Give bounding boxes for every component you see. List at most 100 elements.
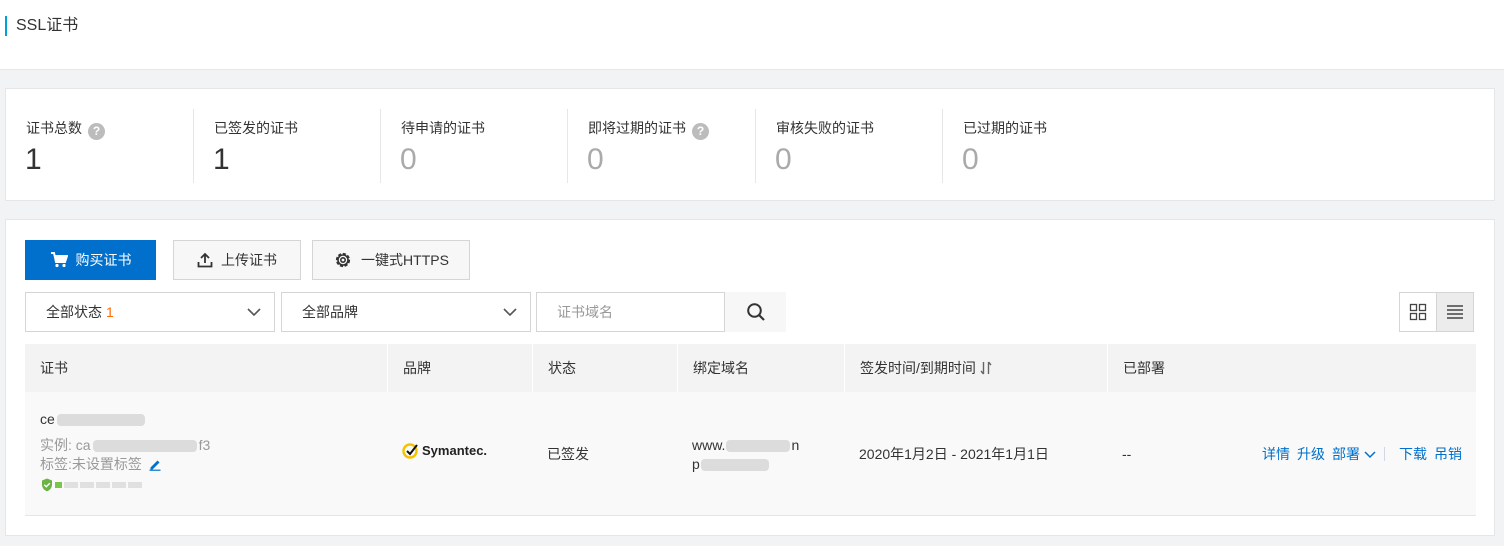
stat-value: 0: [775, 143, 792, 176]
column-header-deployed: 已部署: [1107, 344, 1194, 392]
upload-certificate-label: 上传证书: [221, 252, 277, 268]
search-icon: [746, 303, 765, 321]
cart-icon: [50, 252, 68, 268]
level-bar-segment: [128, 482, 142, 488]
stat-total: 证书总数? 1: [6, 109, 193, 183]
validity-cell: 2020年1月2日 - 2021年1月1日: [844, 392, 1107, 516]
tag-text: 标签:未设置标签: [40, 456, 142, 472]
domain-cell: www. n p: [677, 392, 844, 516]
domain-search-input[interactable]: [537, 293, 724, 331]
column-header-certificate: 证书: [40, 360, 68, 376]
help-icon[interactable]: ?: [88, 123, 105, 140]
symantec-check-icon: [402, 443, 418, 459]
stat-label: 已过期的证书: [963, 120, 1047, 136]
chevron-down-icon: [503, 308, 517, 317]
column-header-brand: 品牌: [387, 344, 532, 392]
action-divider: [1384, 447, 1385, 461]
redacted-block: [92, 440, 197, 453]
edit-icon[interactable]: [148, 457, 162, 471]
detail-link[interactable]: 详情: [1262, 445, 1290, 463]
upgrade-link[interactable]: 升级: [1297, 445, 1325, 463]
deployed-cell: --: [1107, 392, 1194, 516]
instance-prefix: 实例: ca: [40, 437, 91, 453]
stat-value: 0: [587, 143, 604, 176]
deploy-label: 部署: [1332, 446, 1360, 462]
certificate-name: ce: [40, 411, 55, 427]
search-button[interactable]: [724, 292, 786, 332]
stat-expired: 已过期的证书 0: [942, 109, 1129, 183]
stat-label: 待申请的证书: [401, 120, 485, 136]
list-icon: [1447, 305, 1463, 319]
brand-name: Symantec.: [422, 443, 488, 458]
upload-icon: [197, 252, 213, 268]
download-link[interactable]: 下载: [1399, 445, 1427, 463]
validity-text: 2020年1月2日 - 2021年1月1日: [859, 446, 1049, 462]
status-filter-label: 全部状态: [46, 304, 102, 320]
brand-cell: Symantec.: [387, 392, 532, 516]
buy-certificate-button[interactable]: 购买证书: [25, 240, 156, 280]
stat-label: 审核失败的证书: [776, 120, 874, 136]
table-row: ce 实例: ca f3 标签:未设置标签 Symantec. 已签发 www.…: [25, 392, 1476, 516]
one-click-https-label: 一键式HTTPS: [361, 252, 449, 268]
status-filter-select[interactable]: 全部状态 1: [25, 292, 275, 332]
status-cell: 已签发: [532, 392, 677, 516]
brand-logo: Symantec.: [402, 442, 487, 459]
list-view-toggle[interactable]: [1436, 292, 1474, 332]
title-accent-bar: [5, 16, 7, 36]
one-click-https-button[interactable]: 一键式HTTPS: [312, 240, 470, 280]
redacted-block: [56, 414, 145, 427]
sort-icon: [980, 361, 992, 375]
validity-header-label: 签发时间/到期时间: [860, 360, 976, 376]
domain-line-1-end: n: [791, 437, 800, 453]
stat-pending: 待申请的证书 0: [380, 109, 567, 183]
column-header-status: 状态: [532, 344, 677, 392]
stat-value: 1: [213, 143, 230, 176]
page-title: SSL证书: [16, 17, 79, 34]
revoke-link[interactable]: 吊销: [1434, 445, 1462, 463]
domain-line-1: www.: [692, 437, 726, 453]
redacted-block: [700, 459, 769, 472]
stat-value: 0: [400, 143, 417, 176]
redacted-block: [726, 440, 791, 453]
brand-filter-select[interactable]: 全部品牌: [281, 292, 531, 332]
chevron-down-icon: [247, 308, 261, 317]
column-header-domain: 绑定域名: [677, 344, 844, 392]
upload-certificate-button[interactable]: 上传证书: [173, 240, 301, 280]
gear-icon: [335, 252, 351, 268]
column-header-validity[interactable]: 签发时间/到期时间: [844, 344, 1107, 392]
status-filter-count: 1: [106, 304, 114, 320]
stat-issued: 已签发的证书 1: [193, 109, 380, 183]
deploy-dropdown[interactable]: 部署: [1332, 445, 1376, 463]
status-text: 已签发: [547, 446, 589, 462]
grid-icon: [1409, 303, 1427, 321]
instance-suffix: f3: [198, 437, 211, 453]
stat-value: 0: [962, 143, 979, 176]
level-bar-segment: [64, 482, 78, 488]
security-level: [41, 478, 142, 492]
table-header: 证书 品牌 状态 绑定域名 签发时间/到期时间 已部署 操作: [25, 344, 1476, 445]
brand-filter-label: 全部品牌: [302, 304, 358, 320]
shield-check-icon: [42, 478, 52, 492]
level-bar-segment: [80, 482, 94, 488]
actions-cell: 详情 升级 部署 下载 吊销: [1194, 392, 1476, 516]
stat-value: 1: [25, 143, 42, 176]
stats-panel: 证书总数? 1 已签发的证书 1 待申请的证书 0 即将过期的证书? 0 审核失…: [5, 88, 1495, 201]
certificate-cell: ce 实例: ca f3 标签:未设置标签: [25, 392, 387, 516]
chevron-down-icon: [1364, 451, 1376, 459]
stat-expiring: 即将过期的证书? 0: [567, 109, 754, 183]
deployed-text: --: [1122, 446, 1132, 462]
grid-view-toggle[interactable]: [1399, 292, 1437, 332]
certificate-panel: 购买证书 上传证书 一键式HTTPS 全部状态1 全部品牌 证书 品牌 状态 绑…: [5, 219, 1495, 536]
buy-certificate-label: 购买证书: [75, 252, 132, 268]
stat-failed: 审核失败的证书 0: [755, 109, 942, 183]
level-bar-segment: [55, 482, 62, 488]
stat-label: 即将过期的证书: [588, 120, 686, 136]
domain-search: [536, 292, 786, 332]
page-header: SSL证书: [0, 0, 1504, 70]
row-actions: 详情 升级 部署 下载 吊销: [1255, 445, 1462, 463]
domain-line-2: p: [692, 456, 700, 472]
level-bar-segment: [96, 482, 110, 488]
help-icon[interactable]: ?: [692, 123, 709, 140]
stat-label: 已签发的证书: [214, 120, 298, 136]
level-bar-segment: [112, 482, 126, 488]
